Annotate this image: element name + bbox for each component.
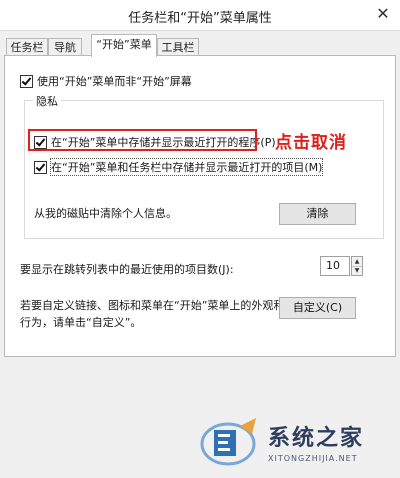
clear-info-text: 从我的磁贴中清除个人信息。 xyxy=(34,205,177,221)
annotation-text: 点击取消 xyxy=(275,133,347,153)
store-recent-items-option[interactable]: 在“开始”菜单和任务栏中存储并显示最近打开的项目(M) xyxy=(34,158,324,176)
tab-taskbar[interactable]: 任务栏 xyxy=(6,38,48,56)
customize-button[interactable]: 自定义(C) xyxy=(279,297,356,319)
clear-button[interactable]: 清除 xyxy=(279,203,356,225)
tab-start-menu[interactable]: “开始”菜单 xyxy=(91,34,157,57)
check-icon xyxy=(35,160,46,172)
spin-down-icon[interactable]: ▼ xyxy=(352,266,362,275)
tab-navigation[interactable]: 导航 xyxy=(48,38,82,56)
store-recent-items-label: 在“开始”菜单和任务栏中存储并显示最近打开的项目(M) xyxy=(49,158,324,176)
store-recent-items-checkbox[interactable] xyxy=(34,160,47,174)
jump-list-label: 要显示在跳转列表中的最近使用的项目数(J): xyxy=(20,263,234,276)
privacy-group-label: 隐私 xyxy=(33,93,61,109)
watermark: 系统之家 XITONGZHIJIA.NET xyxy=(200,412,400,478)
jump-list-spinner: ▲ ▼ xyxy=(351,256,363,276)
customize-text: 若要自定义链接、图标和菜单在“开始”菜单上的外观和 行为，请单击“自定义”。 xyxy=(20,297,284,331)
start-screen-checkbox[interactable] xyxy=(20,74,33,88)
highlight-box xyxy=(28,129,257,151)
jump-list-row: 要显示在跳转列表中的最近使用的项目数(J): xyxy=(20,261,234,277)
close-button[interactable]: ✕ xyxy=(372,4,394,24)
start-menu-panel: 使用“开始”菜单而非“开始”屏幕 隐私 在“开始”菜单中存储并显示最近打开的程序… xyxy=(4,55,396,357)
watermark-brand: 系统之家 xyxy=(268,426,365,451)
customize-text-line2: 行为，请单击“自定义”。 xyxy=(20,316,142,329)
start-screen-label: 使用“开始”菜单而非“开始”屏幕 xyxy=(37,75,192,88)
watermark-url: XITONGZHIJIA.NET xyxy=(268,454,358,463)
customize-text-line1: 若要自定义链接、图标和菜单在“开始”菜单上的外观和 xyxy=(20,299,285,312)
start-screen-option[interactable]: 使用“开始”菜单而非“开始”屏幕 xyxy=(20,73,192,89)
clear-info-label: 从我的磁贴中清除个人信息。 xyxy=(34,207,177,220)
watermark-logo-icon xyxy=(200,418,256,466)
window-title: 任务栏和“开始”菜单属性 xyxy=(128,11,272,26)
title-bar: 任务栏和“开始”菜单属性 ✕ xyxy=(0,0,400,31)
tab-toolbars[interactable]: 工具栏 xyxy=(157,38,199,56)
jump-list-count-input[interactable]: 10 xyxy=(320,256,350,276)
check-icon xyxy=(21,74,32,86)
